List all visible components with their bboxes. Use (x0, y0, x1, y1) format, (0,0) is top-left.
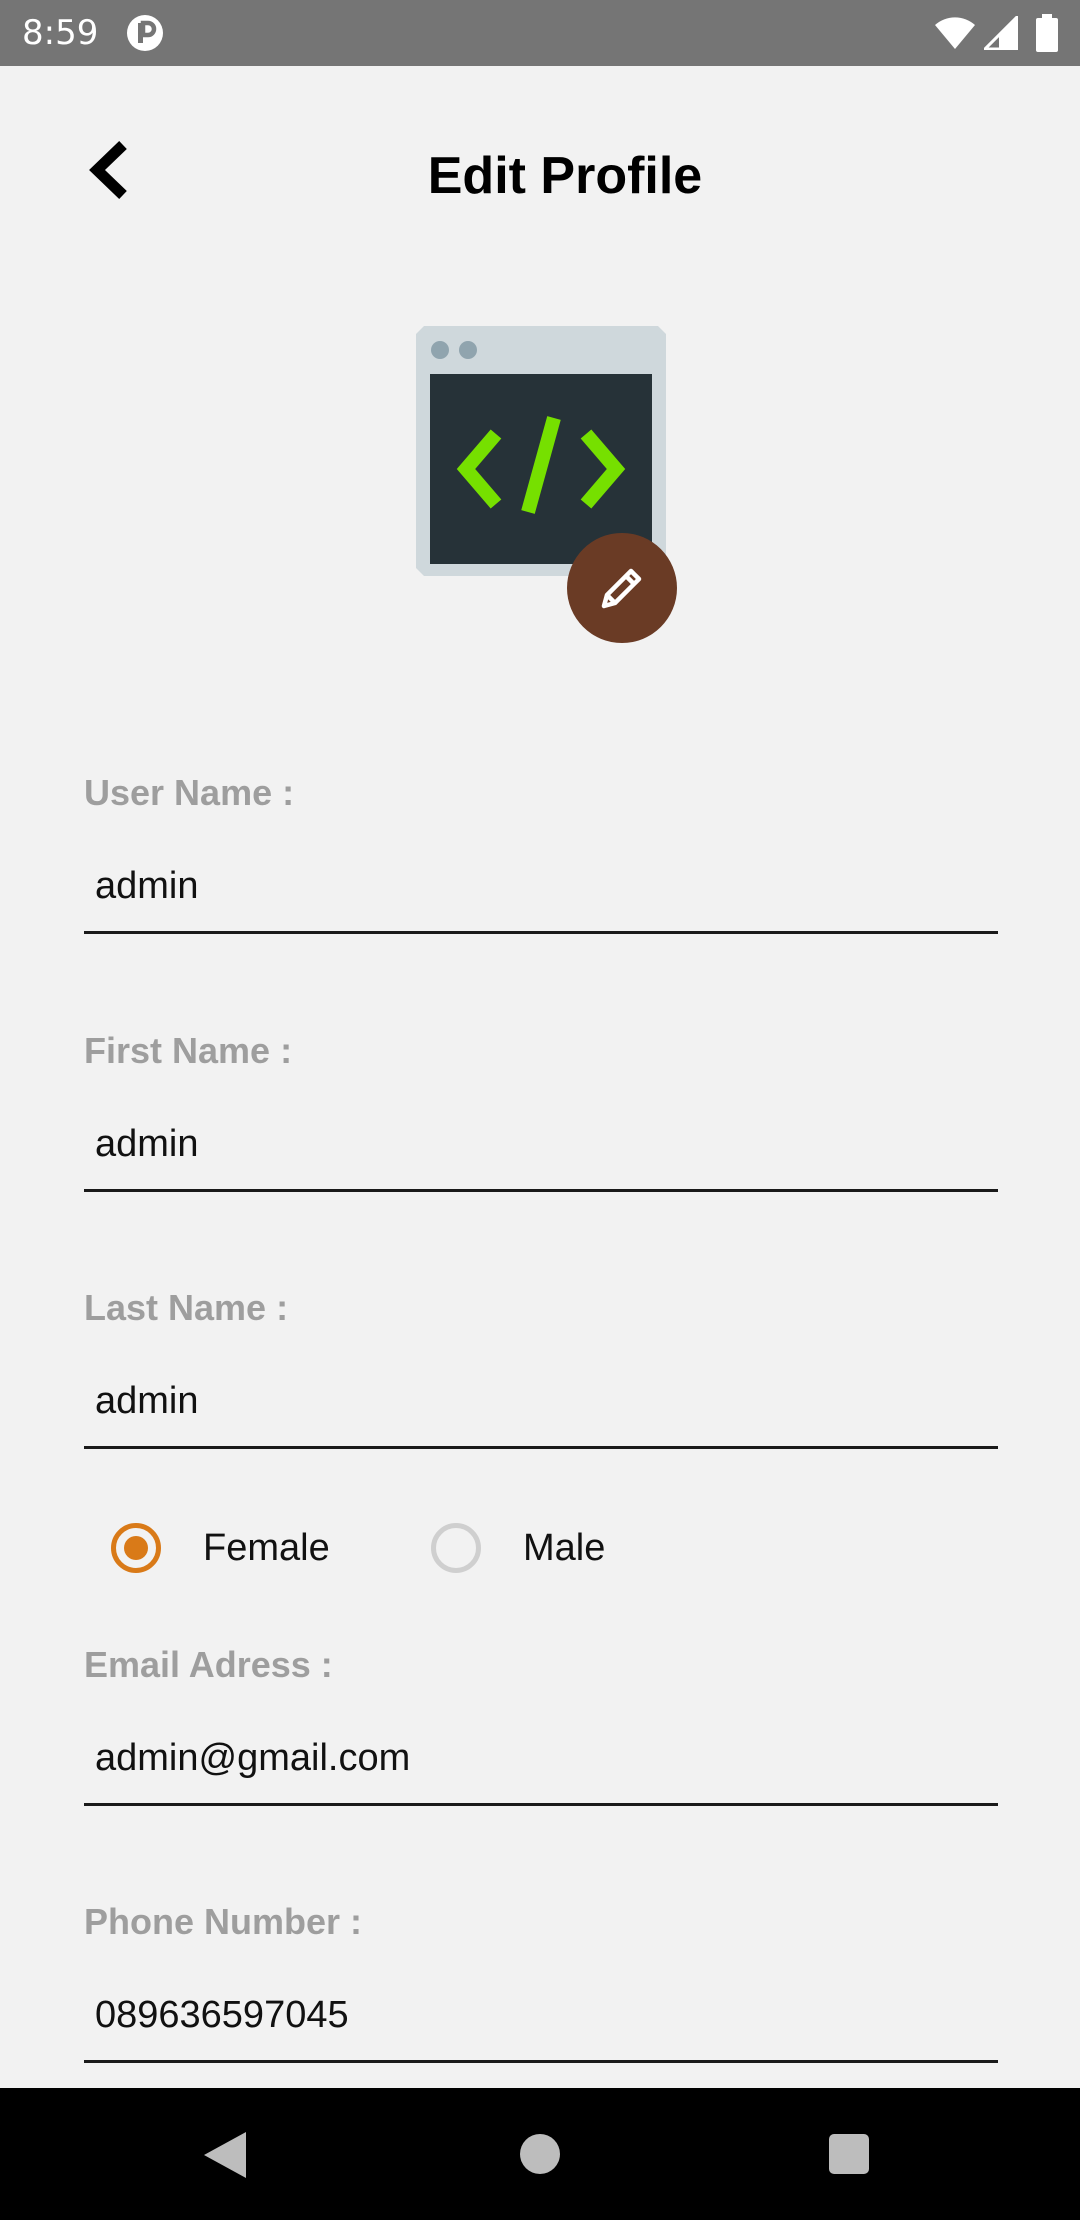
first-name-input[interactable] (84, 1100, 998, 1192)
email-label: Email Adress : (84, 1644, 333, 1685)
nav-home-icon[interactable] (520, 2134, 560, 2174)
radio-female[interactable]: Female (111, 1518, 330, 1578)
avatar-edit-button[interactable] (567, 533, 677, 643)
battery-icon (1036, 14, 1058, 52)
nav-recents-icon[interactable] (829, 2134, 869, 2174)
notification-app-icon (127, 15, 163, 51)
phone-label: Phone Number : (84, 1901, 363, 1942)
username-input[interactable] (84, 842, 998, 934)
phone-input[interactable] (84, 1971, 998, 2063)
last-name-input[interactable] (84, 1357, 998, 1449)
radio-female-label: Female (203, 1526, 330, 1569)
radio-female-indicator[interactable] (111, 1523, 161, 1573)
status-time: 8:59 (22, 13, 99, 53)
email-input[interactable] (84, 1714, 998, 1806)
page-title: Edit Profile (427, 147, 703, 205)
system-nav-bar (0, 2088, 1080, 2220)
signal-icon (984, 16, 1018, 50)
wifi-icon (935, 17, 975, 49)
radio-male[interactable]: Male (431, 1518, 605, 1578)
status-bar: 8:59 (0, 0, 1080, 66)
app-bar: Edit Profile (0, 66, 1080, 246)
pencil-icon (601, 568, 642, 609)
nav-back-icon[interactable] (204, 2132, 246, 2178)
first-name-label: First Name : (84, 1030, 293, 1071)
username-label: User Name : (84, 772, 295, 813)
last-name-label: Last Name : (84, 1287, 289, 1328)
radio-male-indicator[interactable] (431, 1523, 481, 1573)
radio-male-label: Male (523, 1526, 606, 1569)
